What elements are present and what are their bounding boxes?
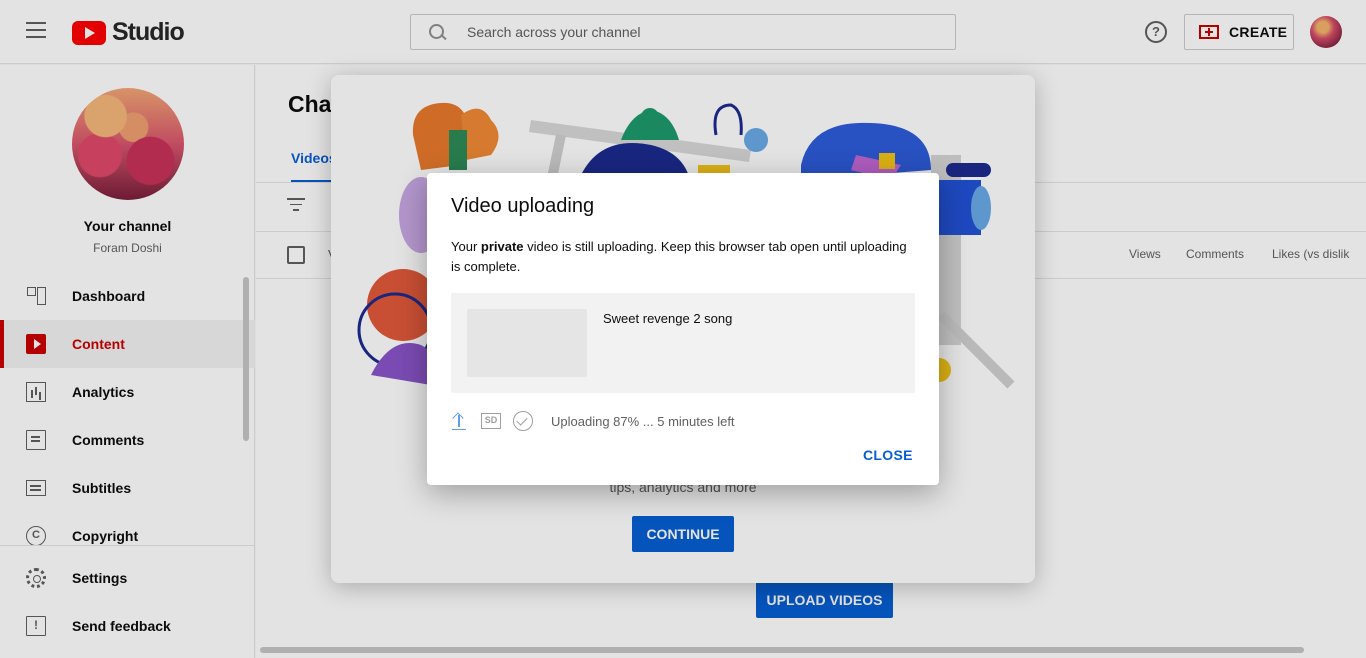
message-prefix: Your — [451, 239, 481, 254]
video-title: Sweet revenge 2 song — [603, 311, 733, 326]
message-visibility: private — [480, 239, 524, 254]
video-uploading-dialog: Video uploading Your private video is st… — [427, 173, 939, 485]
check-circle-icon — [513, 411, 533, 431]
upload-arrow-icon — [451, 412, 467, 430]
video-thumbnail — [467, 309, 587, 377]
sd-badge-icon: SD — [481, 413, 501, 429]
close-button[interactable]: CLOSE — [863, 447, 913, 463]
dialog-title: Video uploading — [451, 195, 595, 217]
video-card: Sweet revenge 2 song — [451, 293, 915, 393]
upload-status-text: Uploading 87% ... 5 minutes left — [551, 413, 735, 429]
dialog-message: Your private video is still uploading. K… — [451, 237, 913, 277]
upload-status-row: SD Uploading 87% ... 5 minutes left — [451, 411, 735, 431]
